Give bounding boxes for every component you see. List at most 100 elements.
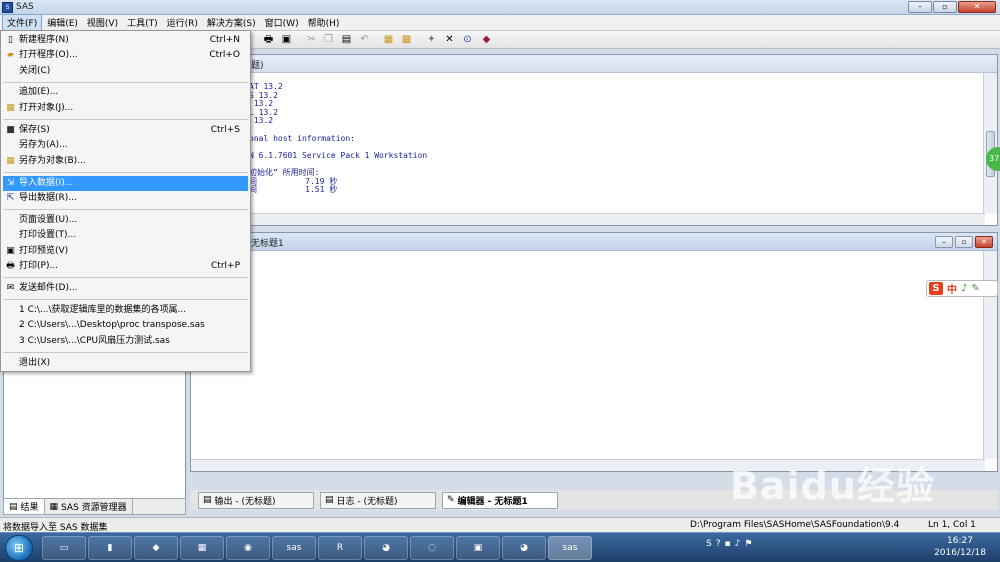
import-icon: ⇲: [6, 178, 15, 188]
log-window[interactable]: 题) AT 13.2 S 13.2 13.2 L 13.2 13.2 onal ho…: [190, 54, 998, 226]
editor-minimize-button[interactable]: –: [935, 236, 953, 248]
app2-taskbar-icon[interactable]: ◆: [134, 536, 178, 560]
copy-icon[interactable]: ❐: [322, 34, 335, 46]
menu-append[interactable]: 追加(E)...: [3, 85, 248, 100]
menu-run[interactable]: 运行(R): [163, 15, 202, 30]
editor-restore-button[interactable]: ▫: [955, 236, 973, 248]
editor-close-button[interactable]: ✕: [975, 236, 993, 248]
help-tray-icon[interactable]: ?: [716, 539, 721, 549]
menu-print-preview[interactable]: ▣ 打印预览(V): [3, 244, 248, 259]
tab-log[interactable]: ▤ 日志 - (无标题): [320, 491, 436, 509]
pdf-taskbar-icon[interactable]: ▣: [456, 536, 500, 560]
browser-taskbar-icon[interactable]: ◌: [410, 536, 454, 560]
print-preview-icon[interactable]: ▣: [280, 34, 293, 46]
r-taskbar-icon[interactable]: R: [318, 536, 362, 560]
chrome-taskbar-icon[interactable]: ◉: [226, 536, 270, 560]
window-controls: – ▫ ✕: [908, 1, 996, 13]
flag-tray-icon[interactable]: ⚑: [744, 539, 752, 549]
menu-import-data[interactable]: ⇲ 导入数据(I)...: [3, 176, 248, 191]
sas2-taskbar-icon[interactable]: sas: [548, 536, 592, 560]
tab-editor[interactable]: ✎ 编辑器 - 无标题1: [442, 491, 558, 509]
network-tray-icon[interactable]: ▪: [725, 539, 731, 549]
start-button[interactable]: ⊞: [5, 535, 33, 561]
editor-window-caption: 无标题1: [191, 233, 997, 251]
help-icon[interactable]: ⊙: [461, 34, 474, 46]
clear-icon[interactable]: ✕: [443, 34, 456, 46]
save-object-icon: ▦: [6, 156, 15, 166]
mic-icon[interactable]: ♪: [961, 283, 967, 294]
editor-window[interactable]: 无标题1 – ▫ ✕: [190, 232, 998, 472]
log-vertical-scrollbar[interactable]: [983, 73, 997, 213]
system-tray: S ? ▪ ♪ ⚑: [706, 539, 752, 549]
menu-help[interactable]: 帮助(H): [304, 15, 344, 30]
explorer-taskbar-icon[interactable]: ▭: [42, 536, 86, 560]
tab-output[interactable]: ▤ 输出 - (无标题): [198, 491, 314, 509]
book-icon[interactable]: ◆: [480, 34, 493, 46]
print-icon[interactable]: 🖶: [262, 34, 275, 46]
app-taskbar-icon[interactable]: ▮: [88, 536, 132, 560]
new-doc-icon: ▯: [8, 35, 13, 45]
menu-save-as-object[interactable]: ▦ 另存为对象(B)...: [3, 154, 248, 169]
menu-close[interactable]: 关闭(C): [3, 64, 248, 79]
ime-mode[interactable]: 中: [947, 281, 957, 296]
tab-explorer[interactable]: ▦ SAS 资源管理器: [45, 499, 133, 514]
menu-recent-2[interactable]: 2 C:\Users\...\Desktop\proc transpose.sa…: [3, 318, 248, 333]
explorer-icon: ▦: [49, 501, 59, 512]
sas-app-icon: S: [2, 2, 13, 13]
close-button[interactable]: ✕: [958, 1, 996, 13]
menu-send-mail[interactable]: ✉ 发送邮件(D)...: [3, 281, 248, 296]
ime-toolbar[interactable]: S 中 ♪ ✎: [926, 280, 998, 297]
file-menu-dropdown: ▯ 新建程序(N) Ctrl+N ▰ 打开程序(O)... Ctrl+O 关闭(C) 追…: [0, 30, 251, 372]
log-icon: ▤: [325, 495, 334, 505]
menu-file[interactable]: 文件(F): [2, 14, 43, 31]
menu-recent-3[interactable]: 3 C:\Users\...\CPU风扇压力测试.sas: [3, 334, 248, 349]
menu-new-program[interactable]: ▯ 新建程序(N) Ctrl+N: [3, 33, 248, 48]
run-icon[interactable]: ✦: [425, 34, 438, 46]
menu-exit[interactable]: 退出(X): [3, 356, 248, 371]
menu-recent-1[interactable]: 1 C:\...\获取逻辑库里的数据集的各项属...: [3, 303, 248, 318]
maximize-button[interactable]: ▫: [933, 1, 957, 13]
menu-edit[interactable]: 编辑(E): [43, 15, 82, 30]
menu-open-program[interactable]: ▰ 打开程序(O)... Ctrl+O: [3, 48, 248, 63]
undo-icon[interactable]: ↶: [358, 34, 371, 46]
status-path: D:\Program Files\SASHome\SASFoundation\9…: [690, 520, 900, 530]
menu-separator: [3, 209, 248, 210]
paste-icon[interactable]: ▤: [340, 34, 353, 46]
qq2-taskbar-icon[interactable]: ◕: [502, 536, 546, 560]
menu-tools[interactable]: 工具(T): [123, 15, 162, 30]
menu-separator: [3, 277, 248, 278]
menu-save-as[interactable]: 另存为(A)...: [3, 138, 248, 153]
sogou-logo-icon: S: [929, 282, 943, 295]
menu-save[interactable]: ■ 保存(S) Ctrl+S: [3, 123, 248, 138]
menu-separator: [3, 299, 248, 300]
sogou-tray-icon[interactable]: S: [706, 539, 712, 549]
menu-separator: [3, 172, 248, 173]
menu-page-setup[interactable]: 页面设置(U)...: [3, 213, 248, 228]
explorer-icon[interactable]: ▩: [400, 34, 413, 46]
mail-icon: ✉: [6, 283, 15, 293]
menu-window[interactable]: 窗口(W): [261, 15, 303, 30]
menu-print-setup[interactable]: 打印设置(T)...: [3, 228, 248, 243]
menu-separator: [3, 82, 248, 83]
menu-view[interactable]: 视图(V): [83, 15, 122, 30]
cut-icon[interactable]: ✂: [305, 34, 318, 46]
print-icon: 🖶: [6, 261, 15, 271]
wrench-icon[interactable]: ✎: [971, 283, 979, 294]
menu-open-object[interactable]: ▦ 打开对象(J)...: [3, 101, 248, 116]
sas-taskbar-icon[interactable]: sas: [272, 536, 316, 560]
menu-export-data[interactable]: ⇱ 导出数据(R)...: [3, 191, 248, 206]
calculator-taskbar-icon[interactable]: ▦: [180, 536, 224, 560]
title-bar: S SAS – ▫ ✕: [0, 0, 1000, 15]
menu-solutions[interactable]: 解决方案(S): [203, 15, 260, 30]
library-icon[interactable]: ▦: [382, 34, 395, 46]
qq-taskbar-icon[interactable]: ◕: [364, 536, 408, 560]
log-horizontal-scrollbar[interactable]: [191, 213, 985, 225]
log-content: AT 13.2 S 13.2 13.2 L 13.2 13.2 onal host …: [249, 82, 428, 195]
taskbar-clock[interactable]: 16:27 2016/12/18: [930, 535, 990, 559]
volume-tray-icon[interactable]: ♪: [735, 539, 741, 549]
print-preview-icon: ▣: [6, 246, 15, 256]
tab-results[interactable]: ▤ 结果: [4, 499, 45, 514]
menu-print[interactable]: 🖶 打印(P)... Ctrl+P: [3, 259, 248, 274]
minimize-button[interactable]: –: [908, 1, 932, 13]
menu-bar: 文件(F) 编辑(E) 视图(V) 工具(T) 运行(R) 解决方案(S) 窗口…: [0, 14, 1000, 31]
